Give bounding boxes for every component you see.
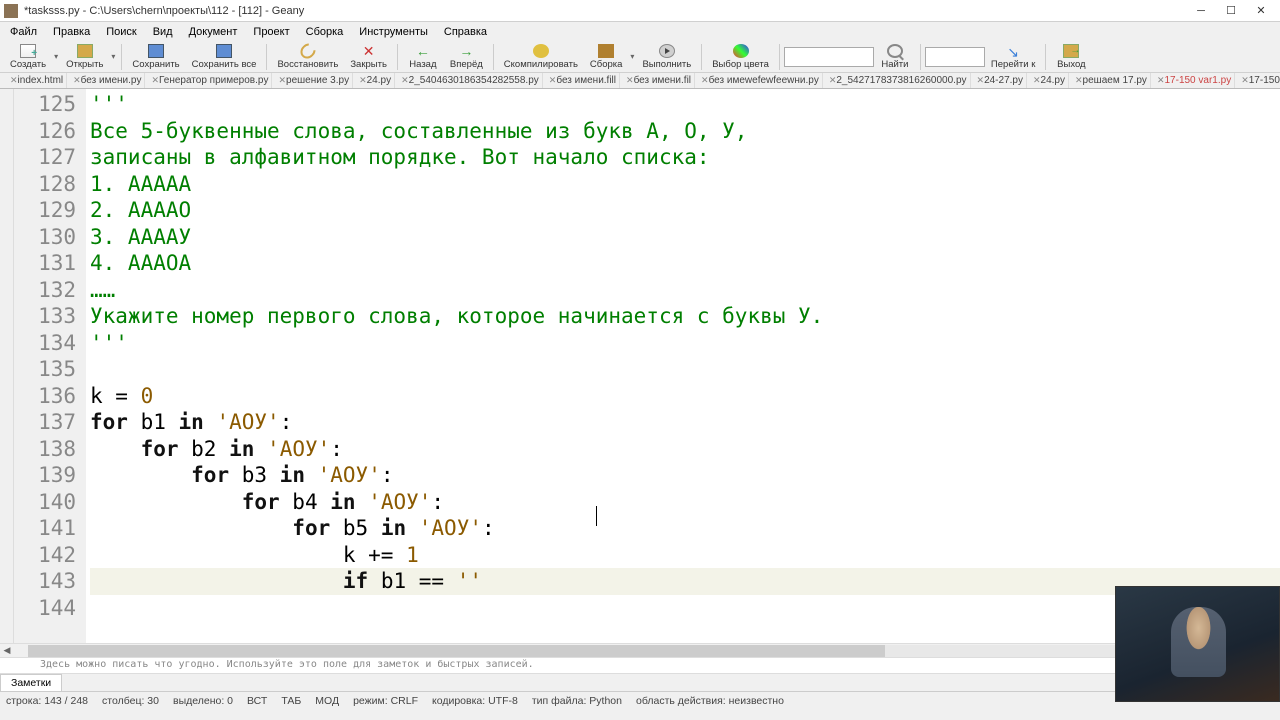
- tab-close-icon[interactable]: ✕: [701, 75, 709, 86]
- new-dropdown[interactable]: ▾: [52, 50, 60, 64]
- tab-close-icon[interactable]: ✕: [10, 75, 18, 86]
- menu-Вид[interactable]: Вид: [147, 24, 179, 40]
- tabbar: ✕ index.html✕ без имени.py✕ Генератор пр…: [0, 73, 1280, 89]
- tab-close-icon[interactable]: ✕: [977, 75, 985, 86]
- status-enc: кодировка: UTF-8: [432, 695, 518, 707]
- close-button[interactable]: ✕: [1246, 2, 1276, 20]
- line-gutter: 1251261271281291301311321331341351361371…: [14, 89, 86, 643]
- tab-file[interactable]: ✕ 24.py: [353, 73, 395, 88]
- menu-Инструменты[interactable]: Инструменты: [353, 24, 434, 40]
- tab-file[interactable]: ✕ 17-150 va.py: [1235, 73, 1280, 88]
- save-button[interactable]: Сохранить: [126, 44, 185, 70]
- tab-close-icon[interactable]: ✕: [401, 75, 409, 86]
- tab-file[interactable]: ✕ 2_5427178373816260000.py: [823, 73, 971, 88]
- status-tab: ТАБ: [281, 695, 301, 707]
- menu-Файл[interactable]: Файл: [4, 24, 43, 40]
- tab-file[interactable]: ✕ без имени.py: [67, 73, 145, 88]
- titlebar: *tasksss.py - C:\Users\chern\проекты\112…: [0, 0, 1280, 22]
- back-button[interactable]: ←Назад: [402, 44, 444, 70]
- code-area[interactable]: '''Все 5-буквенные слова, составленные и…: [86, 89, 1280, 643]
- status-scope: область действия: неизвестно: [636, 695, 784, 707]
- tab-close-icon[interactable]: ✕: [1157, 75, 1165, 86]
- find-button[interactable]: Найти: [874, 44, 916, 70]
- tab-close-icon[interactable]: ✕: [626, 75, 634, 86]
- undo-button[interactable]: Восстановить: [271, 44, 344, 70]
- status-ft: тип файла: Python: [532, 695, 622, 707]
- build-button[interactable]: Сборка: [584, 44, 629, 70]
- closefile-button[interactable]: ✕Закрыть: [344, 44, 393, 70]
- menu-Поиск[interactable]: Поиск: [100, 24, 142, 40]
- editor[interactable]: 1251261271281291301311321331341351361371…: [0, 89, 1280, 643]
- tab-close-icon[interactable]: ✕: [151, 75, 159, 86]
- tab-file[interactable]: ✕ Генератор примеров.py: [145, 73, 272, 88]
- tab-file[interactable]: ✕ 2_5404630186354282558.py: [395, 73, 543, 88]
- tab-close-icon[interactable]: ✕: [1075, 75, 1083, 86]
- run-button[interactable]: Выполнить: [636, 44, 697, 70]
- tab-close-icon[interactable]: ✕: [278, 75, 286, 86]
- tab-file[interactable]: ✕ без имени.fill: [543, 73, 620, 88]
- menu-Сборка[interactable]: Сборка: [300, 24, 350, 40]
- menubar: ФайлПравкаПоиск ВидДокументПроект СборкаИн…: [0, 22, 1280, 41]
- status-pos: строка: 143 / 248: [6, 695, 88, 707]
- status-col: столбец: 30: [102, 695, 159, 707]
- tab-file[interactable]: ✕ решаем 17.py: [1069, 73, 1151, 88]
- build-dropdown[interactable]: ▾: [628, 50, 636, 64]
- tab-close-icon[interactable]: ✕: [1033, 75, 1041, 86]
- compile-button[interactable]: Скомпилировать: [498, 44, 584, 70]
- search-input[interactable]: [784, 47, 874, 67]
- status-mode: режим: CRLF: [353, 695, 418, 707]
- status-mod: МОД: [315, 695, 339, 707]
- menu-Проект[interactable]: Проект: [247, 24, 295, 40]
- menu-Справка[interactable]: Справка: [438, 24, 493, 40]
- tab-file[interactable]: ✕ 24.py: [1027, 73, 1069, 88]
- tab-close-icon[interactable]: ✕: [359, 75, 367, 86]
- toolbar: Создать ▾ Открыть ▾ Сохранить Сохранить …: [0, 41, 1280, 73]
- maximize-button[interactable]: ☐: [1216, 2, 1246, 20]
- tab-file[interactable]: ✕ решение 3.py: [272, 73, 353, 88]
- notes-tab[interactable]: Заметки: [0, 674, 62, 691]
- tab-close-icon[interactable]: ✕: [549, 75, 557, 86]
- tab-file[interactable]: ✕ index.html: [4, 73, 67, 88]
- tab-close-icon[interactable]: ✕: [829, 75, 837, 86]
- statusbar: строка: 143 / 248 столбец: 30 выделено: …: [0, 691, 1280, 709]
- status-ins: ВСТ: [247, 695, 267, 707]
- quit-button[interactable]: Выход: [1050, 44, 1092, 70]
- tab-close-icon[interactable]: ✕: [1241, 75, 1249, 86]
- tab-file[interactable]: ✕ 17-150 var1.py: [1151, 73, 1235, 88]
- menu-Документ[interactable]: Документ: [183, 24, 244, 40]
- notes-tabbar: Заметки: [0, 673, 1280, 691]
- goto-input[interactable]: [925, 47, 985, 67]
- tab-file[interactable]: ✕ 24-27.py: [971, 73, 1027, 88]
- h-scrollbar[interactable]: ◀▶: [0, 643, 1280, 657]
- open-button[interactable]: Открыть: [60, 44, 109, 70]
- forward-button[interactable]: →Вперёд: [444, 44, 489, 70]
- window-title: *tasksss.py - C:\Users\chern\проекты\112…: [24, 5, 1186, 17]
- open-dropdown[interactable]: ▾: [109, 50, 117, 64]
- webcam-overlay: [1115, 586, 1280, 702]
- status-sel: выделено: 0: [173, 695, 233, 707]
- scribble-area[interactable]: Здесь можно писать что угодно. Используй…: [0, 657, 1280, 673]
- new-button[interactable]: Создать: [4, 44, 52, 70]
- menu-Правка[interactable]: Правка: [47, 24, 96, 40]
- minimize-button[interactable]: ─: [1186, 2, 1216, 20]
- tab-close-icon[interactable]: ✕: [73, 75, 81, 86]
- app-icon: [4, 4, 18, 18]
- saveall-button[interactable]: Сохранить все: [186, 44, 263, 70]
- color-button[interactable]: Выбор цвета: [706, 44, 775, 70]
- goto-button[interactable]: ↘Перейти к: [985, 44, 1041, 70]
- fold-margin[interactable]: [0, 89, 14, 643]
- tab-file[interactable]: ✕ без имеwefewfeewни.py: [695, 73, 823, 88]
- tab-file[interactable]: ✕ без имени.fil: [620, 73, 695, 88]
